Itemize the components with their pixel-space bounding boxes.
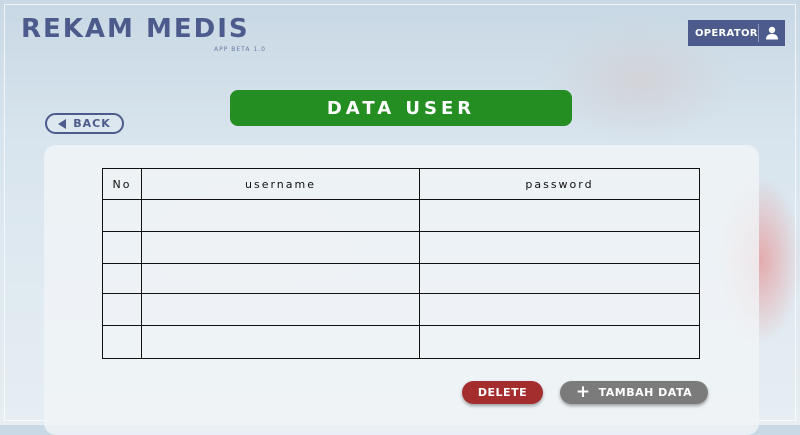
cell-no: [102, 263, 142, 294]
column-header-no: No: [102, 168, 142, 200]
table-row[interactable]: [102, 199, 700, 232]
add-data-label: TAMBAH DATA: [598, 386, 693, 399]
table-row[interactable]: [102, 325, 700, 359]
cell-no: [102, 199, 142, 232]
cell-username: [141, 325, 420, 359]
page-title-text: DATA USER: [326, 97, 476, 119]
back-button[interactable]: BACK: [45, 113, 124, 134]
cell-username: [141, 199, 420, 232]
cell-username: [141, 293, 420, 326]
cell-username: [141, 263, 420, 294]
table-header-row: No username password: [102, 168, 700, 200]
user-icon: [759, 26, 785, 40]
cell-password: [419, 231, 700, 264]
cell-password: [419, 263, 700, 294]
operator-label: OPERATOR: [695, 27, 758, 39]
cell-password: [419, 293, 700, 326]
app-version: APP BETA 1.0: [214, 46, 266, 53]
column-header-username: username: [141, 168, 420, 200]
plus-icon: +: [575, 382, 591, 402]
table-row[interactable]: [102, 293, 700, 326]
table-row[interactable]: [102, 231, 700, 264]
cell-no: [102, 293, 142, 326]
cell-password: [419, 199, 700, 232]
cell-no: [102, 325, 142, 359]
operator-button[interactable]: OPERATOR: [688, 20, 785, 46]
cell-password: [419, 325, 700, 359]
add-data-button[interactable]: + TAMBAH DATA: [560, 381, 708, 404]
table-row[interactable]: [102, 263, 700, 294]
cell-username: [141, 231, 420, 264]
back-label: BACK: [73, 117, 111, 130]
arrow-left-icon: [58, 118, 67, 129]
delete-button[interactable]: DELETE: [462, 381, 543, 404]
cell-no: [102, 231, 142, 264]
app-title: REKAM MEDIS: [21, 14, 250, 44]
delete-label: DELETE: [477, 386, 528, 399]
user-table: No username password: [102, 168, 700, 359]
page-title: DATA USER: [230, 90, 572, 126]
column-header-password: password: [419, 168, 700, 200]
